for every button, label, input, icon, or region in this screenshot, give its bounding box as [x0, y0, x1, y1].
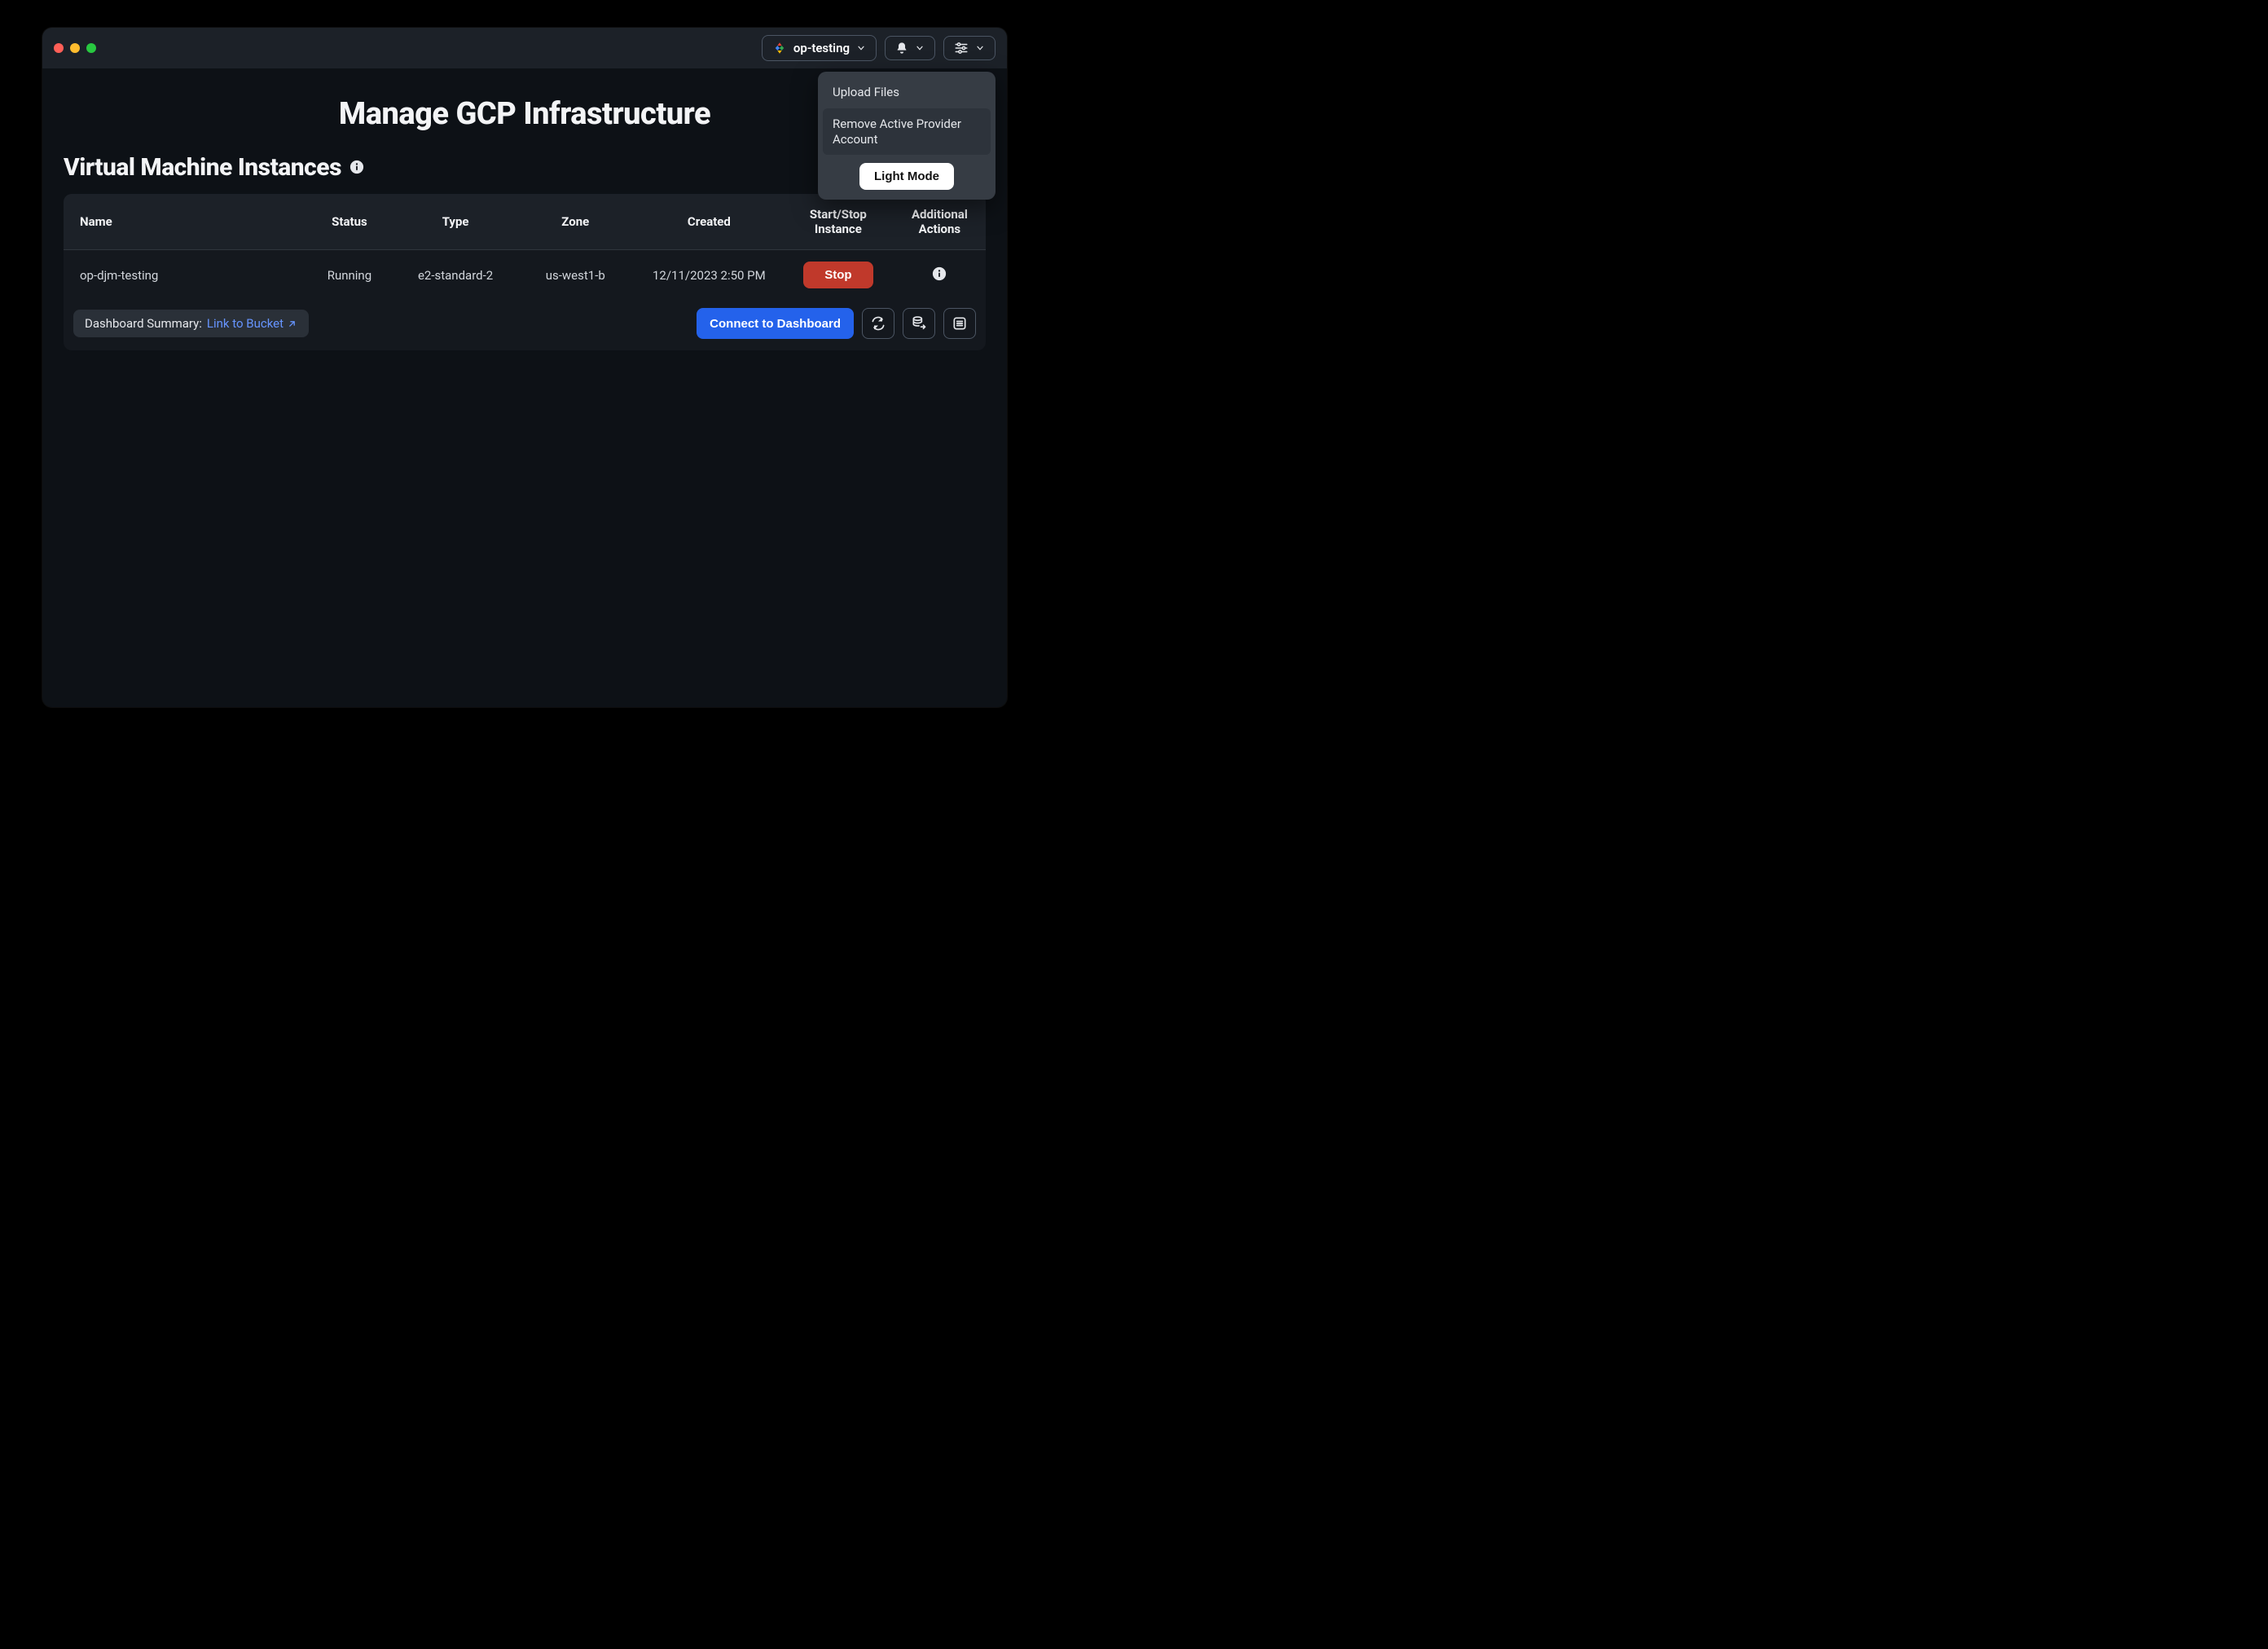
section-title-group: Virtual Machine Instances: [64, 153, 364, 182]
connect-dashboard-button[interactable]: Connect to Dashboard: [697, 308, 854, 339]
menu-item-remove-provider[interactable]: Remove Active Provider Account: [823, 108, 991, 156]
sync-icon: [870, 315, 886, 332]
col-actions: Additional Actions: [894, 194, 986, 250]
app-window: op-testing: [42, 28, 1007, 707]
table-row: op-djm-testing Running e2-standard-2 us-…: [64, 250, 986, 301]
bucket-link[interactable]: Link to Bucket: [207, 316, 297, 331]
cell-actions: [894, 250, 986, 301]
window-controls: [54, 43, 96, 53]
list-box-icon: [952, 315, 968, 332]
cell-status: Running: [303, 250, 395, 301]
settings-dropdown: Upload Files Remove Active Provider Acco…: [818, 72, 996, 200]
info-icon[interactable]: [349, 160, 364, 174]
col-type: Type: [396, 194, 516, 250]
light-mode-toggle[interactable]: Light Mode: [859, 163, 954, 190]
bell-icon: [895, 42, 908, 55]
project-selector[interactable]: op-testing: [762, 35, 877, 61]
chevron-down-icon: [975, 43, 985, 53]
notifications-button[interactable]: [885, 36, 935, 60]
settings-menu-button[interactable]: [943, 36, 996, 60]
col-name: Name: [64, 194, 303, 250]
stop-button[interactable]: Stop: [803, 262, 872, 288]
section-title: Virtual Machine Instances: [64, 153, 341, 182]
cell-zone: us-west1-b: [516, 250, 635, 301]
summary-label: Dashboard Summary:: [85, 316, 202, 331]
vm-table-panel: Name Status Type Zone Created Start/Stop…: [64, 194, 986, 350]
cell-type: e2-standard-2: [396, 250, 516, 301]
chevron-down-icon: [915, 43, 925, 53]
dashboard-summary-chip: Dashboard Summary: Link to Bucket: [73, 310, 309, 337]
menu-item-upload-files[interactable]: Upload Files: [823, 77, 991, 108]
col-created: Created: [635, 194, 783, 250]
database-arrow-icon: [911, 315, 927, 332]
cell-created: 12/11/2023 2:50 PM: [635, 250, 783, 301]
minimize-window-button[interactable]: [70, 43, 80, 53]
sync-button[interactable]: [862, 308, 894, 339]
close-window-button[interactable]: [54, 43, 64, 53]
bucket-link-text: Link to Bucket: [207, 316, 284, 331]
project-label: op-testing: [793, 41, 850, 55]
sliders-icon: [954, 42, 969, 55]
row-info-icon[interactable]: [932, 266, 947, 281]
col-startstop: Start/Stop Instance: [783, 194, 894, 250]
database-transfer-button[interactable]: [903, 308, 935, 339]
gcp-logo-icon: [772, 41, 787, 55]
col-status: Status: [303, 194, 395, 250]
cell-startstop: Stop: [783, 250, 894, 301]
col-zone: Zone: [516, 194, 635, 250]
footer-actions: Connect to Dashboard: [697, 308, 976, 339]
maximize-window-button[interactable]: [86, 43, 96, 53]
logs-button[interactable]: [943, 308, 976, 339]
table-header-row: Name Status Type Zone Created Start/Stop…: [64, 194, 986, 250]
header-actions: op-testing: [762, 35, 996, 61]
vm-row-footer: Dashboard Summary: Link to Bucket Connec…: [64, 300, 986, 350]
external-link-icon: [287, 319, 297, 329]
vm-table: Name Status Type Zone Created Start/Stop…: [64, 194, 986, 300]
cell-name: op-djm-testing: [64, 250, 303, 301]
chevron-down-icon: [856, 43, 866, 53]
window-titlebar: op-testing: [42, 28, 1007, 68]
